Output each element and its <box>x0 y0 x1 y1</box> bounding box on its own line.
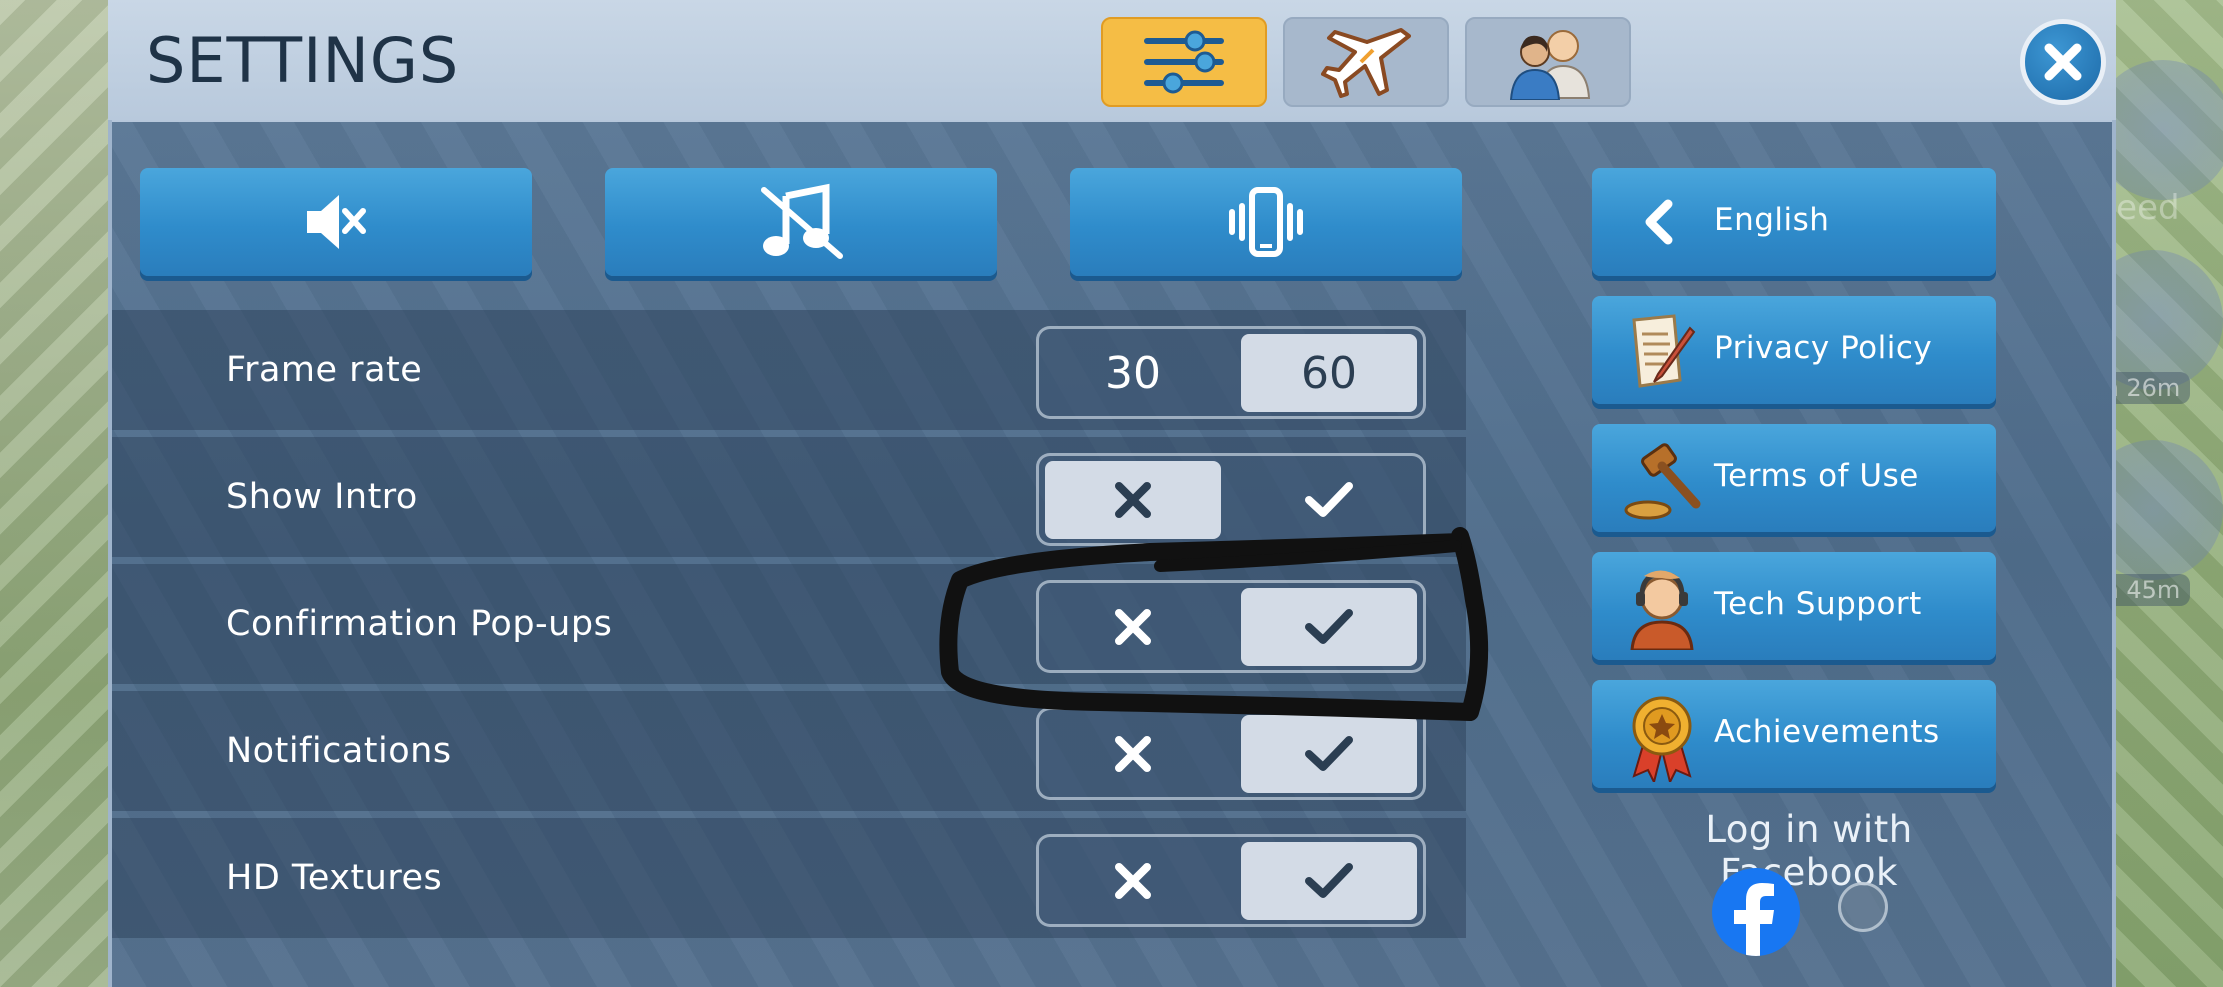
tech-support-label: Tech Support <box>1714 586 1922 622</box>
setting-row-notifications: Notifications <box>112 691 1466 811</box>
confirmation-popups-off-option[interactable] <box>1045 588 1221 666</box>
cross-icon <box>1115 863 1151 899</box>
people-icon <box>1509 30 1591 100</box>
frame-rate-30-option[interactable]: 30 <box>1045 334 1221 412</box>
check-icon <box>1305 609 1353 644</box>
music-muted-icon <box>761 183 843 259</box>
confirmation-popups-toggle[interactable] <box>1036 580 1426 673</box>
setting-row-show-intro: Show Intro <box>112 437 1466 557</box>
tab-flight[interactable] <box>1283 17 1449 107</box>
setting-label: HD Textures <box>226 858 443 898</box>
airplane-icon <box>1321 28 1411 98</box>
setting-label: Show Intro <box>226 477 418 517</box>
sliders-icon <box>1144 30 1224 94</box>
panel-header: SETTINGS <box>108 0 2116 120</box>
language-button[interactable]: English <box>1592 168 1996 276</box>
close-button[interactable] <box>2020 19 2106 105</box>
confirmation-popups-on-option[interactable] <box>1241 588 1417 666</box>
cross-icon <box>1115 482 1151 518</box>
tech-support-button[interactable]: Tech Support <box>1592 552 1996 660</box>
privacy-policy-button[interactable]: Privacy Policy <box>1592 296 1996 404</box>
show-intro-off-option[interactable] <box>1045 461 1221 539</box>
background-city-left <box>0 0 110 987</box>
show-intro-on-option[interactable] <box>1241 461 1417 539</box>
vibration-icon <box>1229 187 1303 257</box>
settings-panel: SETTINGS Frame rate 30 60 Show Intro Con… <box>108 0 2116 987</box>
tab-general-settings[interactable] <box>1101 17 1267 107</box>
chevron-left-icon <box>1645 199 1673 245</box>
panel-body: Frame rate 30 60 Show Intro Confirmation… <box>112 122 2112 987</box>
headset-agent-icon <box>1630 570 1694 650</box>
sound-muted-icon <box>307 195 366 249</box>
facebook-login-button[interactable] <box>1712 868 1800 956</box>
language-label: English <box>1714 202 1830 238</box>
privacy-policy-label: Privacy Policy <box>1714 330 1933 366</box>
notifications-toggle[interactable] <box>1036 707 1426 800</box>
hd-textures-on-option[interactable] <box>1241 842 1417 920</box>
tab-social[interactable] <box>1465 17 1631 107</box>
setting-label: Notifications <box>226 731 452 771</box>
cross-icon <box>1115 609 1151 645</box>
vibration-toggle-button[interactable] <box>1070 168 1462 276</box>
show-intro-toggle[interactable] <box>1036 453 1426 546</box>
setting-label: Confirmation Pop-ups <box>226 604 613 644</box>
notifications-on-option[interactable] <box>1241 715 1417 793</box>
music-toggle-button[interactable] <box>605 168 997 276</box>
frame-rate-60-option[interactable]: 60 <box>1241 334 1417 412</box>
notifications-off-option[interactable] <box>1045 715 1221 793</box>
cross-icon <box>1115 736 1151 772</box>
gavel-icon <box>1624 443 1701 520</box>
close-icon <box>2044 43 2082 81</box>
facebook-icon <box>1734 883 1774 956</box>
setting-row-confirmation-popups: Confirmation Pop-ups <box>112 564 1466 684</box>
facebook-login-label: Log in with Facebook <box>1705 808 1913 894</box>
setting-label: Frame rate <box>226 350 423 390</box>
hd-textures-toggle[interactable] <box>1036 834 1426 927</box>
terms-of-use-label: Terms of Use <box>1714 458 1919 494</box>
setting-row-frame-rate: Frame rate 30 60 <box>112 310 1466 430</box>
document-pen-icon <box>1632 314 1696 388</box>
check-icon <box>1305 482 1353 517</box>
frame-rate-toggle[interactable]: 30 60 <box>1036 326 1426 419</box>
page-title: SETTINGS <box>146 24 460 97</box>
check-icon <box>1305 863 1353 898</box>
check-icon <box>1305 736 1353 771</box>
hd-textures-off-option[interactable] <box>1045 842 1221 920</box>
sound-toggle-button[interactable] <box>140 168 532 276</box>
achievements-label: Achievements <box>1714 714 1940 750</box>
terms-of-use-button[interactable]: Terms of Use <box>1592 424 1996 532</box>
setting-row-hd-textures: HD Textures <box>112 818 1466 938</box>
facebook-login-checkbox[interactable] <box>1838 882 1888 932</box>
medal-icon <box>1632 696 1692 782</box>
achievements-button[interactable]: Achievements <box>1592 680 1996 788</box>
